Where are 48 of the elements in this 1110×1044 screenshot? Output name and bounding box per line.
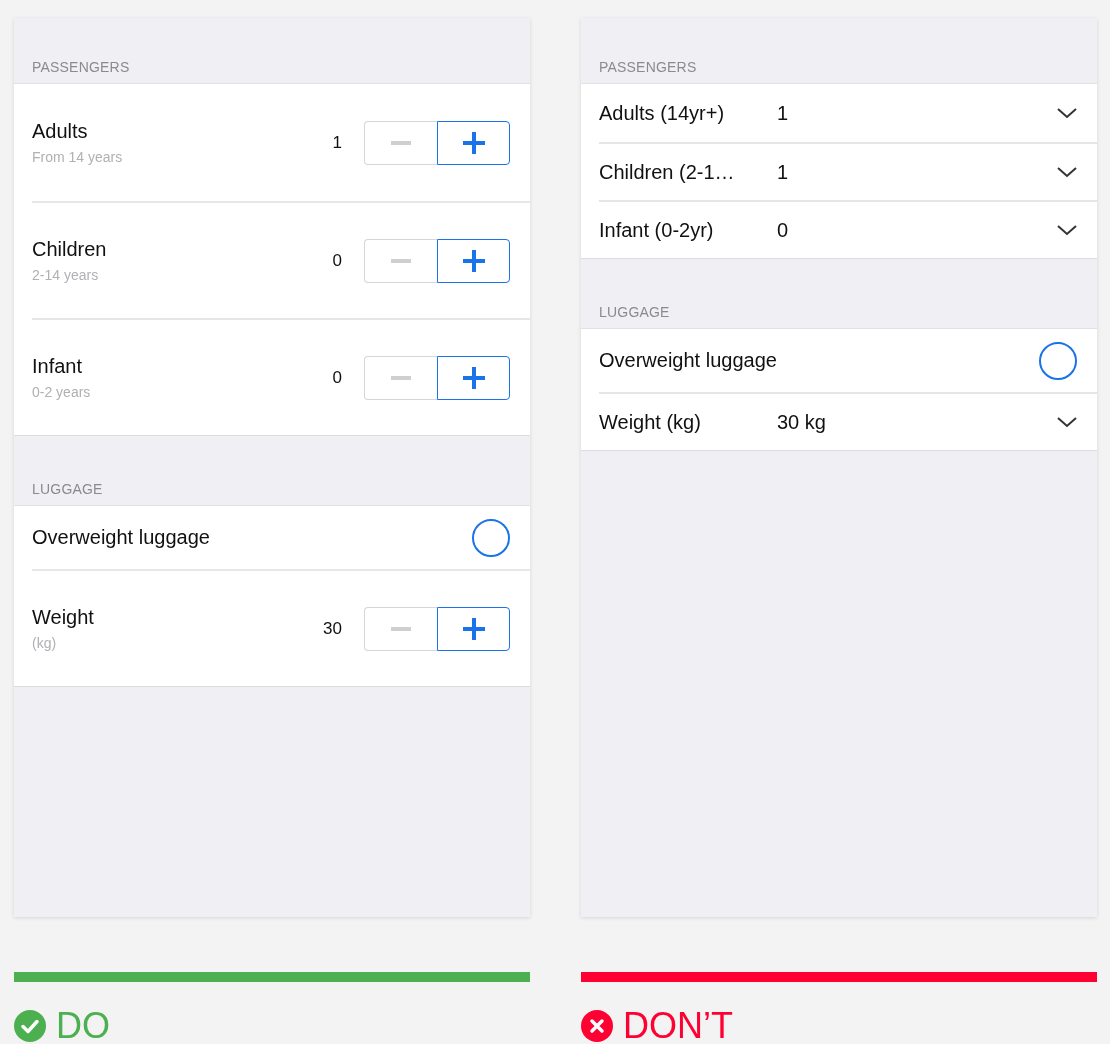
row-hint: From 14 years <box>32 149 124 165</box>
minus-icon <box>391 258 411 263</box>
row-hint: 2-14 years <box>32 267 100 283</box>
plus-icon <box>462 617 485 640</box>
toggle-circle[interactable] <box>1039 341 1077 380</box>
row-hint: (kg) <box>32 635 58 651</box>
selected-value: 30 kg <box>777 410 827 434</box>
plus-icon <box>462 366 485 389</box>
row-label: Infant <box>32 355 84 378</box>
selected-value: 1 <box>777 160 790 184</box>
increment-button[interactable] <box>437 238 510 283</box>
row-label: Infant (0-2yr) <box>599 218 715 242</box>
increment-button[interactable] <box>437 120 510 165</box>
increment-button[interactable] <box>437 606 510 651</box>
count-value: 30 <box>323 618 342 639</box>
minus-icon <box>391 626 411 631</box>
chevron-down-icon <box>1057 224 1077 236</box>
row-label: Adults <box>32 120 89 143</box>
chevron-down-icon <box>1057 416 1077 428</box>
toggle-circle[interactable] <box>472 518 510 557</box>
count-value: 0 <box>332 367 342 388</box>
increment-button[interactable] <box>437 355 510 400</box>
check-circle-icon <box>14 1010 46 1042</box>
x-circle-icon <box>581 1010 613 1042</box>
section-header: PASSENGERS <box>598 58 698 77</box>
row-label: Overweight luggage <box>599 349 778 372</box>
selected-value: 0 <box>777 218 790 242</box>
row-label: Overweight luggage <box>32 526 211 549</box>
count-value: 0 <box>332 250 342 271</box>
verdict-label: DO <box>56 1006 110 1044</box>
row-hint: 0-2 years <box>32 384 92 400</box>
plus-icon <box>462 249 485 272</box>
section-header: PASSENGERS <box>31 58 131 77</box>
minus-icon <box>391 375 411 380</box>
row-label: Weight (kg) <box>599 410 702 434</box>
row-label: Adults (14yr+) <box>599 101 726 125</box>
count-value: 1 <box>332 132 342 153</box>
minus-icon <box>391 140 411 145</box>
section-header: LUGGAGE <box>598 303 671 322</box>
selected-value: 1 <box>777 101 790 125</box>
plus-icon <box>462 131 485 154</box>
chevron-down-icon <box>1057 107 1077 119</box>
row-label: Children (2-1… <box>599 160 736 184</box>
chevron-down-icon <box>1057 166 1077 178</box>
section-header: LUGGAGE <box>31 480 104 499</box>
row-label: Weight <box>32 606 95 629</box>
verdict-label: DON’T <box>623 1006 733 1044</box>
row-label: Children <box>32 238 108 261</box>
